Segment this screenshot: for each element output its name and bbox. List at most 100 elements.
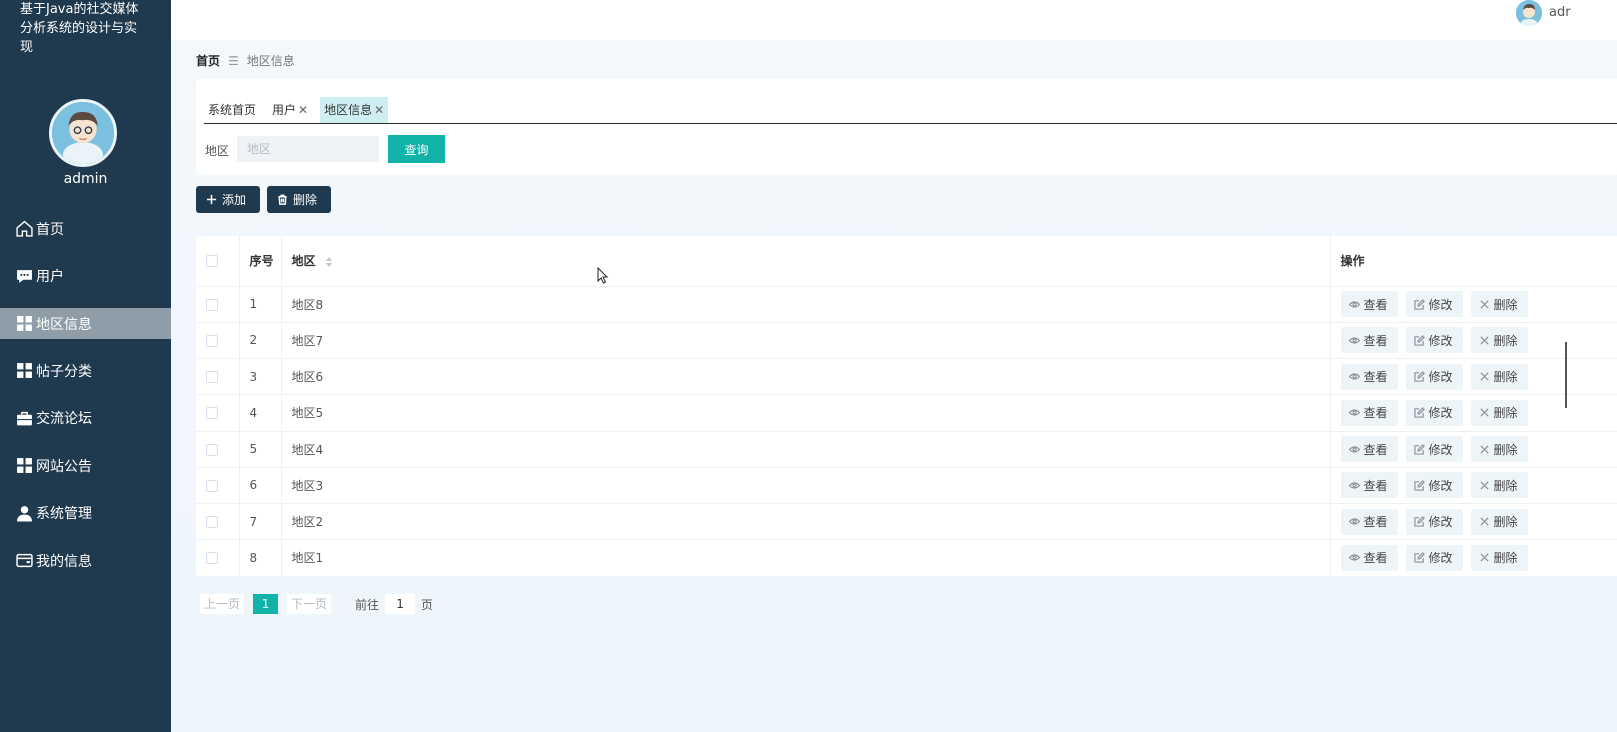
app-title-line: 现 <box>20 40 34 55</box>
delete-label: 删除 <box>1493 333 1518 348</box>
grid-icon <box>15 362 33 380</box>
edit-label: 修改 <box>1428 515 1453 530</box>
edit-button[interactable]: 修改 <box>1405 472 1463 499</box>
header-username[interactable]: adr <box>1549 5 1571 20</box>
edit-button[interactable]: 修改 <box>1405 508 1463 535</box>
view-button[interactable]: 查看 <box>1340 508 1398 535</box>
view-label: 查看 <box>1363 551 1388 566</box>
view-button[interactable]: 查看 <box>1340 327 1398 354</box>
edit-button[interactable]: 修改 <box>1405 327 1463 354</box>
close-icon <box>1479 517 1489 526</box>
add-button[interactable]: 添加 <box>196 186 260 213</box>
edit-icon <box>1413 479 1425 491</box>
header-area[interactable]: 地区 <box>281 236 1331 287</box>
sidebar-item-users[interactable]: 用户 <box>0 253 171 301</box>
search-button[interactable]: 查询 <box>388 135 445 163</box>
close-icon <box>1479 553 1489 562</box>
sidebar-item-post-category[interactable]: 帖子分类 <box>0 347 171 395</box>
row-checkbox[interactable] <box>206 371 218 384</box>
sidebar-item-forum[interactable]: 交流论坛 <box>0 395 171 443</box>
row-checkbox[interactable] <box>206 552 218 565</box>
row-checkbox[interactable] <box>206 407 218 420</box>
eye-icon <box>1348 373 1360 380</box>
delete-button[interactable]: 删除 <box>1470 399 1528 426</box>
delete-label: 删除 <box>1493 406 1518 421</box>
scrollbar[interactable] <box>1565 342 1567 408</box>
add-button-label: 添加 <box>222 193 247 207</box>
delete-button[interactable]: 删除 <box>1470 291 1528 318</box>
view-button[interactable]: 查看 <box>1340 399 1398 426</box>
row-area: 地区6 <box>281 358 1331 395</box>
table-row: 4 地区5 查看 修改 删除 <box>196 394 1617 431</box>
table-row: 7 地区2 查看 修改 删除 <box>196 503 1617 540</box>
delete-button[interactable]: 删除 <box>1470 508 1528 535</box>
sidebar-item-my-info[interactable]: 我的信息 <box>0 537 171 585</box>
header-avatar[interactable] <box>1516 0 1542 26</box>
edit-button[interactable]: 修改 <box>1405 436 1463 463</box>
table-row: 1 地区8 查看 修改 删除 <box>196 286 1617 323</box>
page-number-current[interactable]: 1 <box>253 594 279 614</box>
avatar[interactable] <box>49 99 117 167</box>
row-checkbox[interactable] <box>206 298 218 311</box>
row-checkbox[interactable] <box>206 479 218 492</box>
row-actions: 查看 修改 删除 <box>1340 544 1617 571</box>
delete-label: 删除 <box>1493 478 1518 493</box>
delete-button[interactable]: 删除 <box>1470 363 1528 390</box>
delete-button[interactable]: 删除 <box>1470 436 1528 463</box>
breadcrumb-separator: ☰ <box>228 53 239 68</box>
eye-icon <box>1348 518 1360 525</box>
sidebar-item-label: 首页 <box>36 221 64 238</box>
edit-button[interactable]: 修改 <box>1405 399 1463 426</box>
sidebar-item-system[interactable]: 系统管理 <box>0 490 171 538</box>
row-checkbox[interactable] <box>206 516 218 529</box>
search-input[interactable] <box>237 136 379 162</box>
row-index: 1 <box>239 286 282 323</box>
view-button[interactable]: 查看 <box>1340 472 1398 499</box>
delete-button[interactable]: 删除 <box>1470 544 1528 571</box>
sort-icon[interactable] <box>325 256 333 268</box>
view-button[interactable]: 查看 <box>1340 363 1398 390</box>
next-page-button[interactable]: 下一页 <box>287 594 332 614</box>
eye-icon <box>1348 301 1360 308</box>
view-button[interactable]: 查看 <box>1340 291 1398 318</box>
bulk-delete-button[interactable]: 删除 <box>267 186 331 213</box>
row-actions: 查看 修改 删除 <box>1340 436 1617 463</box>
row-checkbox[interactable] <box>206 334 218 347</box>
edit-button[interactable]: 修改 <box>1405 363 1463 390</box>
app-title-line: 分析系统的设计与实 <box>20 21 138 36</box>
row-area: 地区2 <box>281 503 1331 540</box>
tab-system-home[interactable]: 系统首页 <box>204 97 260 123</box>
edit-button[interactable]: 修改 <box>1405 544 1463 571</box>
table-row: 2 地区7 查看 修改 删除 <box>196 322 1617 359</box>
select-all-checkbox[interactable] <box>206 255 218 268</box>
sidebar-item-notice[interactable]: 网站公告 <box>0 442 171 490</box>
view-button[interactable]: 查看 <box>1340 544 1398 571</box>
close-icon <box>1479 300 1489 309</box>
sidebar: 基于Java的社交媒体 分析系统的设计与实 现 admin 首页 用户 地区信息… <box>0 0 171 732</box>
edit-button[interactable]: 修改 <box>1405 291 1463 318</box>
app-title-line: 基于Java的社交媒体 <box>20 2 139 17</box>
row-index: 7 <box>239 503 282 540</box>
view-label: 查看 <box>1363 406 1388 421</box>
view-label: 查看 <box>1363 297 1388 312</box>
view-button[interactable]: 查看 <box>1340 436 1398 463</box>
sidebar-item-label: 系统管理 <box>36 506 92 523</box>
close-icon[interactable]: ✕ <box>298 103 308 117</box>
goto-page-input[interactable] <box>385 594 416 614</box>
tab-users[interactable]: 用户 ✕ <box>268 97 312 123</box>
row-area: 地区4 <box>281 431 1331 468</box>
delete-button[interactable]: 删除 <box>1470 327 1528 354</box>
delete-button-label: 删除 <box>293 193 318 207</box>
tab-area-info[interactable]: 地区信息 ✕ <box>320 97 389 123</box>
row-index: 8 <box>239 539 282 576</box>
close-icon[interactable]: ✕ <box>374 103 384 117</box>
breadcrumb-current: 地区信息 <box>246 54 295 68</box>
delete-button[interactable]: 删除 <box>1470 472 1528 499</box>
row-checkbox[interactable] <box>206 443 218 456</box>
row-area: 地区1 <box>281 539 1331 576</box>
sidebar-item-area-info[interactable]: 地区信息 <box>0 308 171 339</box>
prev-page-button[interactable]: 上一页 <box>200 594 245 614</box>
sidebar-item-home[interactable]: 首页 <box>0 205 171 253</box>
view-label: 查看 <box>1363 442 1388 457</box>
breadcrumb-home[interactable]: 首页 <box>196 52 220 69</box>
